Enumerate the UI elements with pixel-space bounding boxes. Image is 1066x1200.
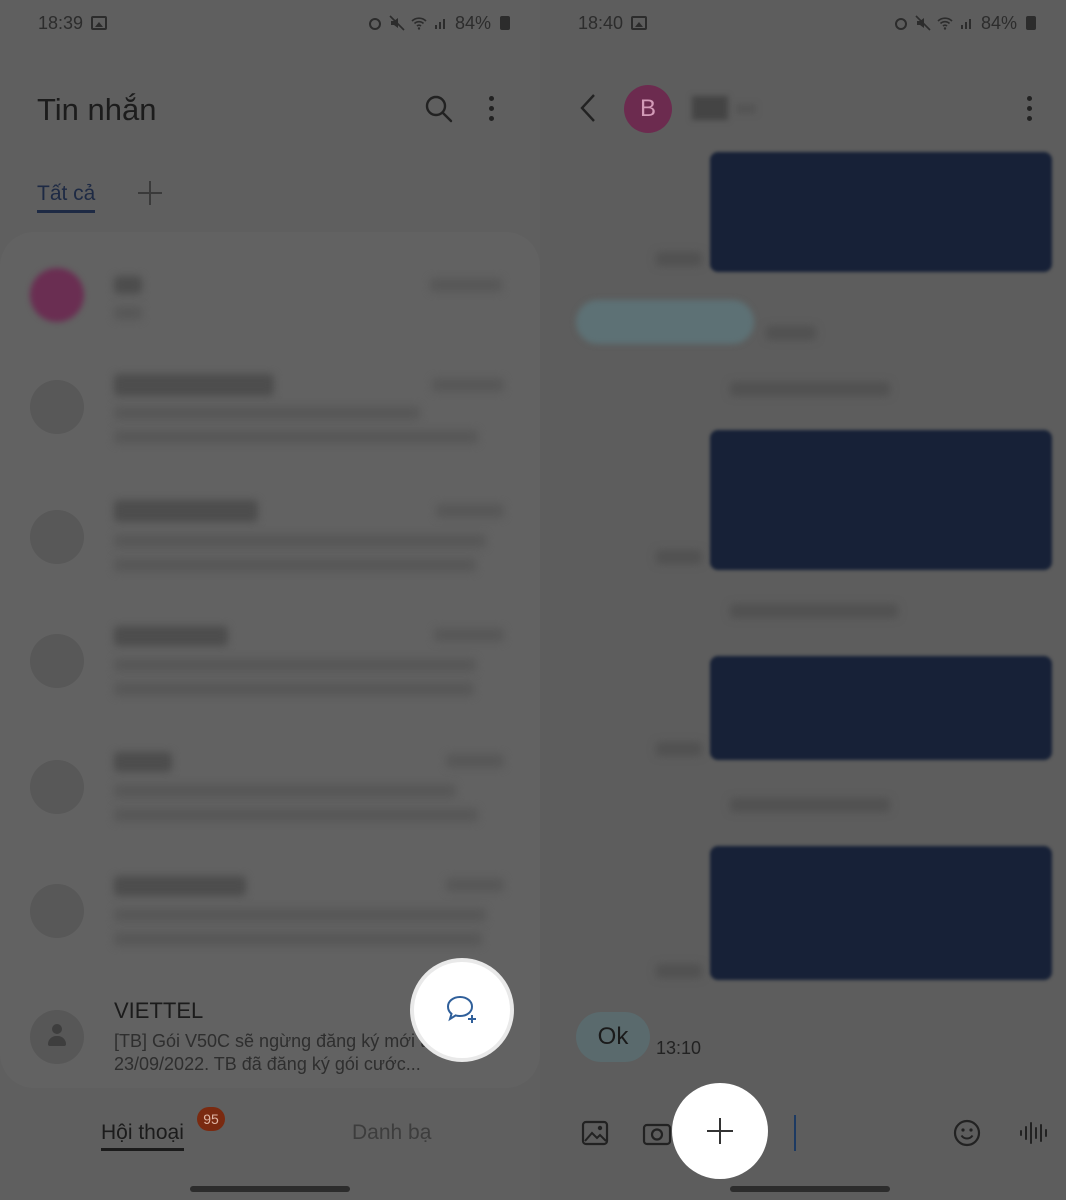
conversation-screen: 18:40 84% B Ok 13:10 [540,0,1066,1200]
list-item[interactable] [0,250,540,360]
mute-icon [389,15,405,31]
alarm-icon [894,18,907,30]
mute-icon [915,15,931,31]
list-item[interactable] [0,862,540,972]
search-icon[interactable] [424,94,454,124]
avatar [30,380,84,434]
message-bubble-outgoing[interactable] [710,656,1052,760]
wifi-icon [411,17,427,30]
gallery-notification-icon [91,16,108,30]
back-icon[interactable] [576,92,600,124]
wifi-icon [937,17,953,30]
signal-icon [960,19,971,29]
avatar [30,268,84,322]
list-item[interactable] [0,612,540,722]
contact-name-redacted[interactable] [692,96,728,120]
tab-all[interactable]: Tất cả [37,182,96,213]
alarm-icon [368,18,381,30]
bottom-navigation: Hội thoại 95 Danh bạ [0,1095,540,1175]
battery-percent: 84% [980,12,1017,33]
avatar [30,1010,84,1064]
list-item[interactable] [0,358,540,468]
more-vert-icon[interactable] [1018,94,1040,124]
gallery-icon[interactable] [580,1118,610,1148]
status-bar: 18:39 84% [38,10,510,36]
message-bubble-outgoing[interactable] [710,430,1052,570]
conversation-name[interactable]: VIETTEL [114,998,203,1024]
message-bubble-outgoing[interactable] [710,846,1052,980]
status-time: 18:40 [578,12,624,33]
more-vert-icon[interactable] [480,94,502,124]
message-bubble-incoming[interactable] [576,300,754,344]
new-message-icon [446,995,476,1023]
list-item[interactable] [0,738,540,848]
compose-bar [540,1090,1066,1180]
avatar [30,634,84,688]
unread-badge: 95 [197,1107,225,1131]
list-item[interactable] [0,488,540,598]
battery-icon [500,16,510,30]
status-icons: 84% [367,13,510,34]
signal-icon [434,19,445,29]
status-time: 18:39 [38,12,84,33]
avatar [30,884,84,938]
camera-icon[interactable] [642,1118,672,1148]
home-indicator[interactable] [730,1186,890,1192]
message-timestamp: 13:10 [656,1038,702,1058]
emoji-icon[interactable] [952,1118,982,1148]
messages-list-screen: 18:39 84% Tin nhắn Tất cả VIETTEL [TB] G… [0,0,540,1200]
battery-percent: 84% [454,12,491,33]
new-message-button[interactable] [414,962,510,1058]
message-input[interactable] [794,1115,796,1151]
home-indicator[interactable] [190,1186,350,1192]
gallery-notification-icon [631,16,648,30]
voice-icon[interactable] [1018,1118,1048,1148]
plus-icon[interactable] [672,1083,768,1179]
tab-contacts[interactable]: Danh bạ [352,1121,431,1145]
status-bar: 18:40 84% [578,10,1036,36]
avatar[interactable]: B [624,85,672,133]
message-bubble-incoming[interactable]: Ok [576,1012,650,1062]
avatar [30,760,84,814]
tab-conversations[interactable]: Hội thoại [101,1121,184,1151]
avatar [30,510,84,564]
message-bubble-outgoing[interactable] [710,152,1052,272]
battery-icon [1026,16,1036,30]
status-icons: 84% [893,13,1036,34]
page-title: Tin nhắn [37,92,157,127]
person-icon [48,1024,66,1048]
screenshot-stage: 18:39 84% Tin nhắn Tất cả VIETTEL [TB] G… [0,0,1066,1200]
add-tab-icon[interactable] [137,180,163,206]
